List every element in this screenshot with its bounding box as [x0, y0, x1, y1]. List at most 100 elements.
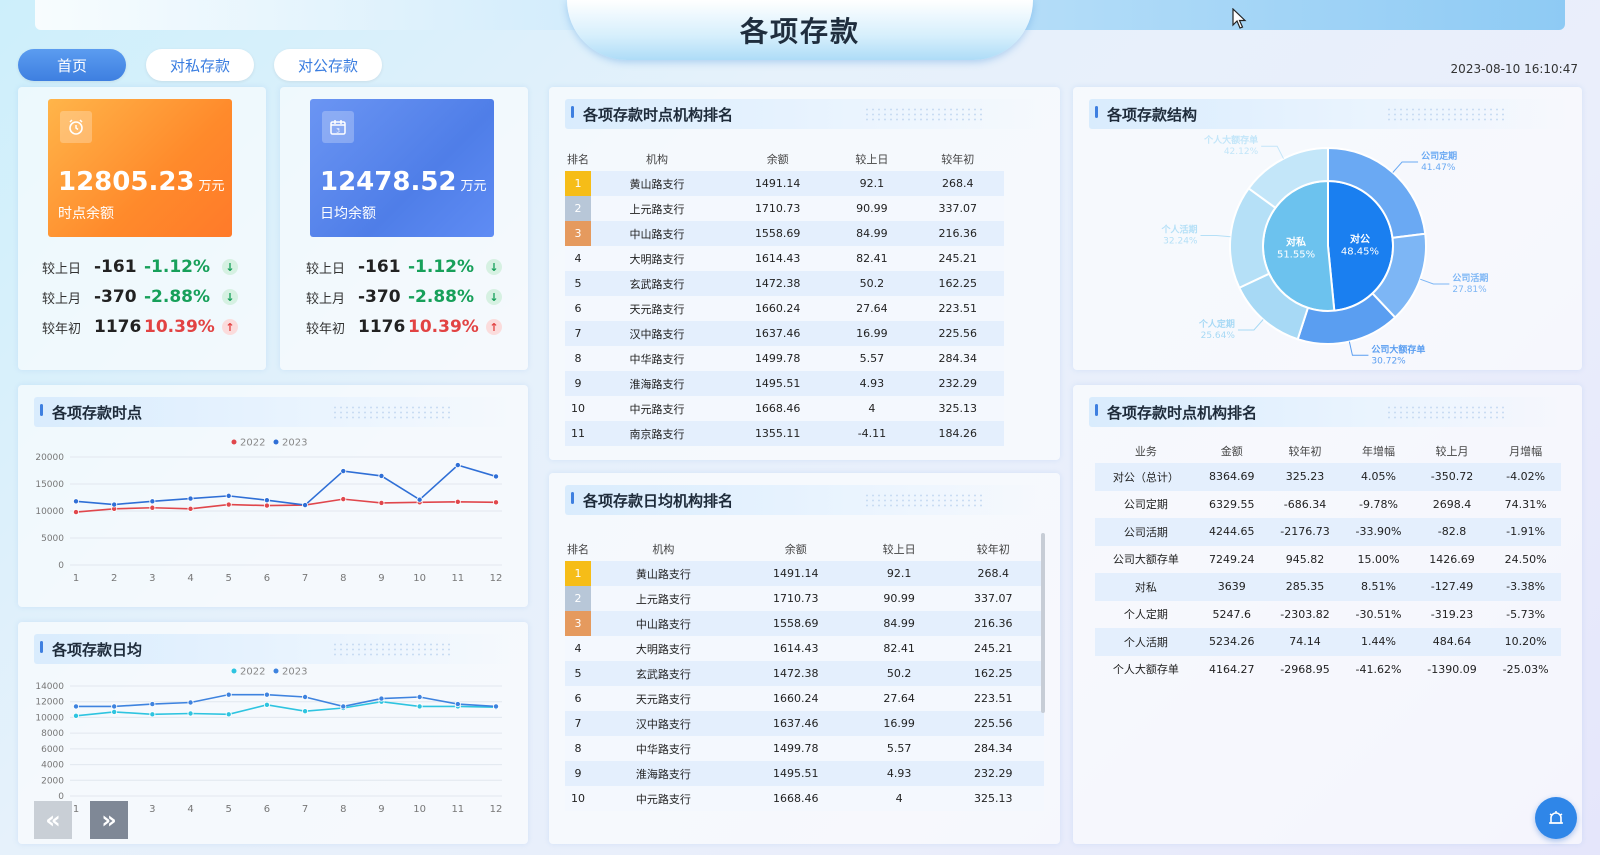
x-tick-label: 4: [187, 573, 193, 584]
donut-chart-structure: 对公48.45% 对私51.55% 公司定期41.47% 公司活期27.81% 公司大额…: [1160, 134, 1488, 366]
table-cell: 中元路支行: [591, 396, 724, 421]
table-row[interactable]: 4 大明路支行 1614.43 82.41 245.21: [565, 246, 1004, 271]
table-row[interactable]: 1 黄山路支行 1491.14 92.1 268.4: [565, 561, 1044, 586]
x-tick-label: 6: [264, 573, 270, 584]
table-cell: 公司活期: [1095, 518, 1197, 546]
data-point: [225, 691, 232, 698]
legend-label: 2023: [282, 438, 307, 449]
table-row[interactable]: 6 天元路支行 1660.24 27.64 223.51: [565, 686, 1044, 711]
table-row[interactable]: 1 黄山路支行 1491.14 92.1 268.4: [565, 171, 1004, 196]
table-row[interactable]: 公司大额存单 7249.24 945.82 15.00% 1426.69 24.50%: [1095, 546, 1561, 574]
table-cell: 3639: [1196, 573, 1267, 601]
x-tick-label: 9: [378, 804, 384, 815]
table-cell: -3.38%: [1490, 573, 1561, 601]
table-cell: 4: [855, 786, 943, 811]
table-row[interactable]: 10 中元路支行 1668.46 4 325.13: [565, 786, 1044, 811]
table-cell: 对私: [1095, 573, 1197, 601]
table-row[interactable]: 7 汉中路支行 1637.46 16.99 225.56: [565, 711, 1044, 736]
alarm-button[interactable]: [1535, 797, 1577, 839]
data-point: [263, 502, 270, 509]
table-row[interactable]: 2 上元路支行 1710.73 90.99 337.07: [565, 586, 1044, 611]
panel-average-rank: 各项存款日均机构排名 排名 机构 余额 较上日 较年初 1 黄山路支行 1491.14 92.…: [549, 473, 1060, 844]
data-point: [340, 703, 347, 710]
table-row[interactable]: 6 天元路支行 1660.24 27.64 223.51: [565, 296, 1004, 321]
table-row[interactable]: 对公（总计） 8364.69 325.23 4.05% -350.72 -4.02%: [1095, 463, 1561, 491]
table-row[interactable]: 个人定期 5247.6 -2303.82 -30.51% -319.23 -5.73%: [1095, 601, 1561, 629]
data-point: [111, 703, 118, 710]
x-tick-label: 11: [451, 804, 464, 815]
table-row[interactable]: 公司活期 4244.65 -2176.73 -33.90% -82.8 -1.91%: [1095, 518, 1561, 546]
leader-line: [1200, 234, 1231, 238]
table-row[interactable]: 个人活期 5234.26 74.14 1.44% 484.64 10.20%: [1095, 628, 1561, 656]
tab-home[interactable]: 首页: [18, 49, 126, 81]
table-cell: 南京路支行: [591, 421, 724, 446]
table-row[interactable]: 对私 3639 285.35 8.51% -127.49 -3.38%: [1095, 573, 1561, 601]
table-cell: 284.34: [942, 736, 1044, 761]
table-row[interactable]: 7 汉中路支行 1637.46 16.99 225.56: [565, 321, 1004, 346]
rank-table-scroll[interactable]: 排名 机构 余额 较上日 较年初 1 黄山路支行 1491.14 92.1 268.4 2 上元路支…: [565, 147, 1004, 447]
table-row[interactable]: 9 淮海路支行 1495.51 4.93 232.29: [565, 761, 1044, 786]
outer-value: 30.72%: [1371, 356, 1406, 366]
legend-marker: [273, 439, 279, 445]
table-cell: -127.49: [1413, 573, 1491, 601]
data-point: [416, 496, 423, 503]
table-row[interactable]: 3 中山路支行 1558.69 84.99 216.36: [565, 611, 1044, 636]
prev-page-button[interactable]: «: [34, 801, 72, 839]
rank-cell: 7: [565, 321, 591, 346]
rank-cell: 5: [565, 661, 591, 686]
scrollbar[interactable]: [1041, 533, 1045, 713]
slice-value: 51.55%: [1277, 250, 1315, 261]
outer-value: 25.64%: [1201, 331, 1236, 341]
table-cell: 74.14: [1266, 628, 1344, 656]
table-row[interactable]: 公司定期 6329.55 -686.34 -9.78% 2698.4 74.31%: [1095, 491, 1561, 519]
data-point: [73, 703, 80, 710]
table-row[interactable]: 3 中山路支行 1558.69 84.99 216.36: [565, 221, 1004, 246]
table-row[interactable]: 9 淮海路支行 1495.51 4.93 232.29: [565, 371, 1004, 396]
table-cell: 337.07: [942, 586, 1044, 611]
tab-private-deposit[interactable]: 对私存款: [146, 49, 254, 81]
kpi-row-month: 较上月 -370 -2.88% ↓: [42, 282, 252, 312]
kpi-rows: 较上日 -161 -1.12% ↓ 较上月 -370 -2.88% ↓ 较年初 1176 10.…: [42, 252, 252, 342]
data-point: [302, 502, 309, 509]
table-row[interactable]: 11 南京路支行 1355.11 -4.11 184.26: [565, 421, 1004, 446]
table-cell: 4.05%: [1343, 463, 1414, 491]
table-row[interactable]: 5 玄武路支行 1472.38 50.2 162.25: [565, 271, 1004, 296]
data-point: [492, 703, 499, 710]
table-cell: -4.02%: [1490, 463, 1561, 491]
column-header: 机构: [646, 153, 669, 166]
decor-dots: [864, 107, 984, 121]
table-row[interactable]: 个人大额存单 4164.27 -2968.95 -41.62% -1390.09 -25.…: [1095, 656, 1561, 684]
table-cell: 5.57: [832, 346, 912, 371]
leader-line: [1392, 161, 1419, 173]
table-cell: 6329.55: [1209, 497, 1255, 511]
tab-corporate-deposit[interactable]: 对公存款: [274, 49, 382, 81]
rank-cell: 3: [565, 611, 591, 636]
table-cell: 27.64: [832, 296, 912, 321]
table-cell: -4.11: [832, 421, 912, 446]
legend-marker: [231, 439, 237, 445]
column-header: 月增幅: [1509, 445, 1543, 458]
column-header: 较年初: [976, 543, 1010, 556]
table-cell: 1495.51: [723, 371, 833, 396]
table-cell: 184.26: [911, 421, 1004, 446]
table-row[interactable]: 8 中华路支行 1499.78 5.57 284.34: [565, 736, 1044, 761]
y-tick-label: 8000: [41, 729, 64, 739]
table-cell: 中元路支行: [591, 786, 736, 811]
table-row[interactable]: 2 上元路支行 1710.73 90.99 337.07: [565, 196, 1004, 221]
outer-label: 个人活期: [1160, 223, 1197, 235]
panel-structure: 各项存款结构 对公 48.45% 对私 51.55% 公司定期 41.47% 公司活期 27.…: [1073, 87, 1582, 370]
table-row[interactable]: 10 中元路支行 1668.46 4 325.13: [565, 396, 1004, 421]
column-header: 较年初: [1288, 445, 1322, 458]
rank-table-scroll[interactable]: 排名 机构 余额 较上日 较年初 1 黄山路支行 1491.14 92.1 268.4 2 上元路支…: [565, 537, 1044, 831]
table-row[interactable]: 4 大明路支行 1614.43 82.41 245.21: [565, 636, 1044, 661]
kpi-card-average-balance: 3 12478.52 万元 日均余额: [310, 99, 494, 237]
table-cell: -1.91%: [1490, 518, 1561, 546]
kpi-unit: 万元: [198, 179, 225, 194]
table-cell: 1614.43: [735, 636, 856, 661]
table-row[interactable]: 5 玄武路支行 1472.38 50.2 162.25: [565, 661, 1044, 686]
table-row[interactable]: 8 中华路支行 1499.78 5.57 284.34: [565, 346, 1004, 371]
table-cell: 上元路支行: [591, 586, 736, 611]
next-page-button[interactable]: »: [90, 801, 128, 839]
table-cell: 74.31%: [1504, 497, 1547, 511]
table-cell: 8364.69: [1196, 463, 1267, 491]
